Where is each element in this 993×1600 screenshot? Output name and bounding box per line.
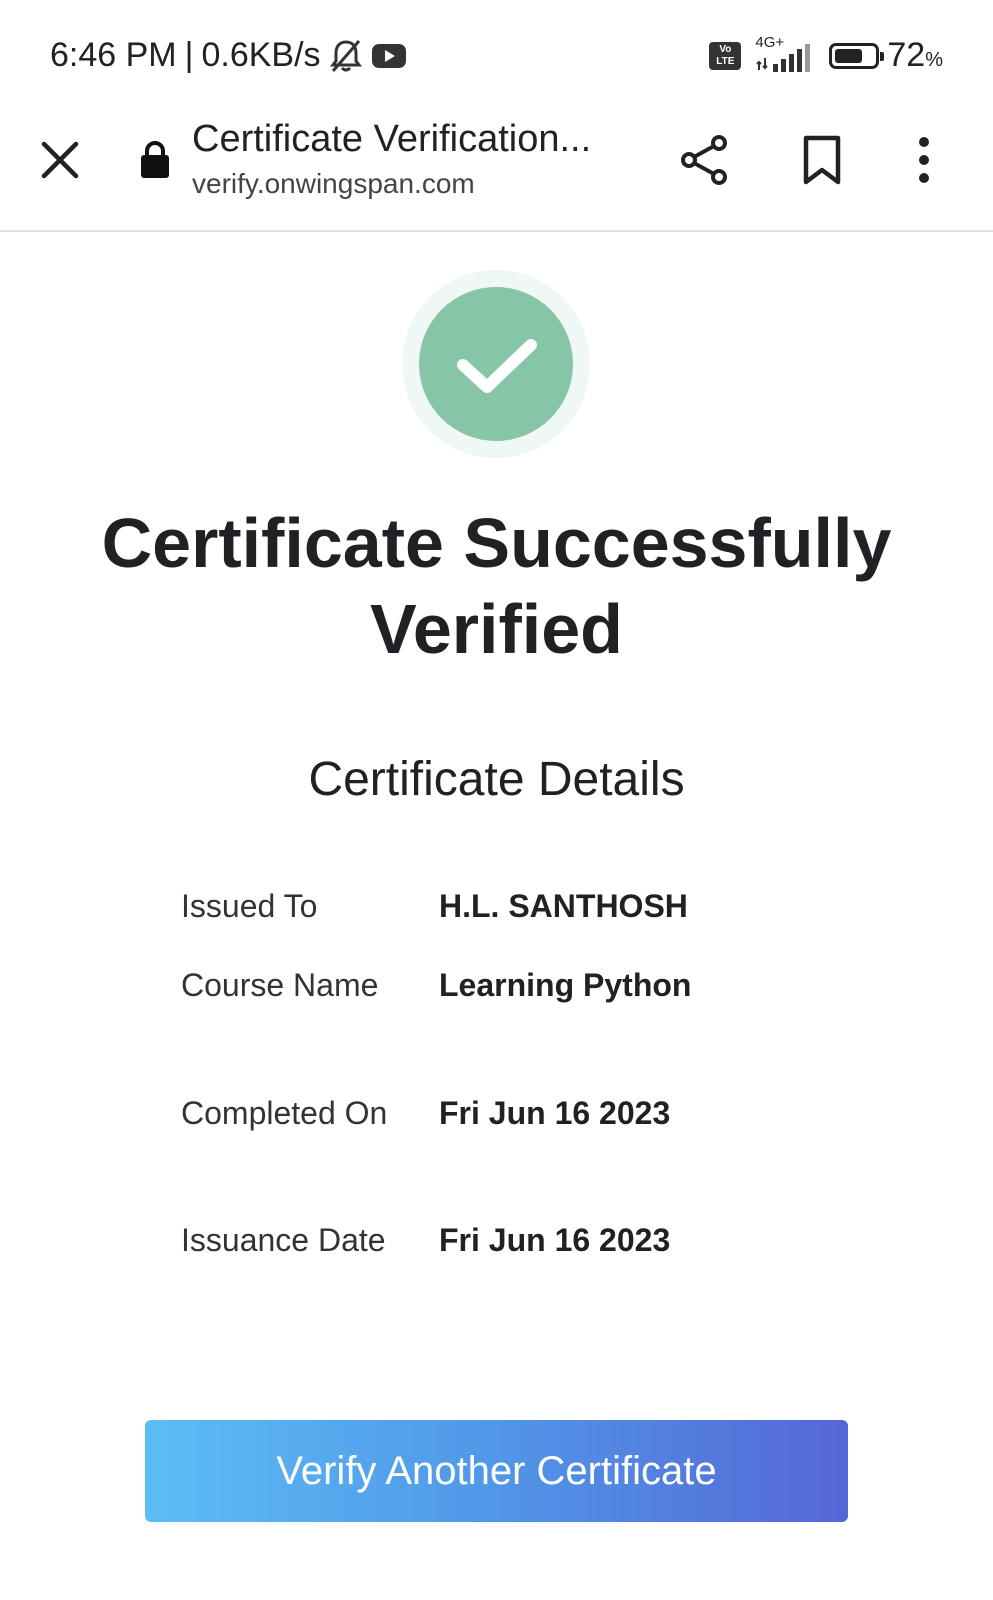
volte-bottom-text: LTE	[716, 55, 735, 67]
close-button[interactable]	[38, 138, 82, 182]
verification-headline: Certificate Successfully Verified	[0, 500, 993, 672]
bell-off-icon	[329, 38, 363, 74]
checkmark-icon	[457, 339, 537, 393]
success-circle	[419, 287, 573, 441]
headline-line-2: Verified	[370, 590, 623, 668]
status-separator: |	[184, 36, 194, 74]
detail-label: Completed On	[181, 1095, 388, 1131]
youtube-icon	[371, 42, 407, 70]
detail-row-issuance-date: Issuance Date Fri Jun 16 2023	[181, 1222, 881, 1272]
battery-unit: %	[925, 49, 943, 71]
detail-value: Fri Jun 16 2023	[439, 1222, 671, 1258]
page-title[interactable]: Certificate Verification...	[192, 118, 591, 161]
more-vert-icon	[919, 137, 929, 183]
status-left: 6:46 PM | 0.6KB/s	[50, 36, 407, 75]
volte-icon: Vo LTE	[709, 41, 742, 70]
status-net-speed: 0.6KB/s	[201, 36, 321, 74]
verify-another-certificate-button[interactable]: Verify Another Certificate	[145, 1420, 848, 1522]
status-bar: 6:46 PM | 0.6KB/s Vo LTE 4G+ 72%	[0, 0, 993, 110]
battery-percent: 72	[887, 36, 926, 74]
battery-percent-wrap: 72%	[887, 36, 943, 75]
detail-row-course-name: Course Name Learning Python	[181, 967, 881, 1017]
status-time: 6:46 PM	[50, 36, 177, 74]
volte-top-text: Vo	[719, 43, 732, 55]
detail-label: Issuance Date	[181, 1222, 386, 1258]
share-button[interactable]	[676, 132, 732, 188]
detail-value: Learning Python	[439, 967, 692, 1003]
detail-label: Course Name	[181, 967, 379, 1003]
close-icon	[41, 141, 79, 179]
battery-icon	[829, 42, 885, 69]
battery-fill	[835, 48, 863, 63]
share-icon	[681, 135, 727, 185]
bookmark-button[interactable]	[800, 134, 844, 186]
battery-indicator: 72%	[829, 36, 943, 75]
detail-row-issued-to: Issued To H.L. SANTHOSH	[181, 888, 881, 938]
status-right: Vo LTE 4G+ 72%	[709, 34, 943, 75]
bookmark-icon	[803, 135, 841, 185]
browser-toolbar: Certificate Verification... verify.onwin…	[0, 110, 993, 232]
url-text[interactable]: verify.onwingspan.com	[192, 168, 475, 200]
lock-icon[interactable]	[140, 140, 170, 180]
headline-line-1: Certificate Successfully	[101, 504, 892, 582]
signal-icon: 4G+	[755, 34, 815, 74]
certificate-details-title: Certificate Details	[308, 753, 685, 806]
more-options-button[interactable]	[912, 134, 936, 186]
detail-label: Issued To	[181, 888, 318, 924]
detail-value: H.L. SANTHOSH	[439, 888, 688, 924]
detail-row-completed-on: Completed On Fri Jun 16 2023	[181, 1095, 881, 1145]
success-badge	[402, 270, 590, 458]
detail-value: Fri Jun 16 2023	[439, 1095, 671, 1131]
